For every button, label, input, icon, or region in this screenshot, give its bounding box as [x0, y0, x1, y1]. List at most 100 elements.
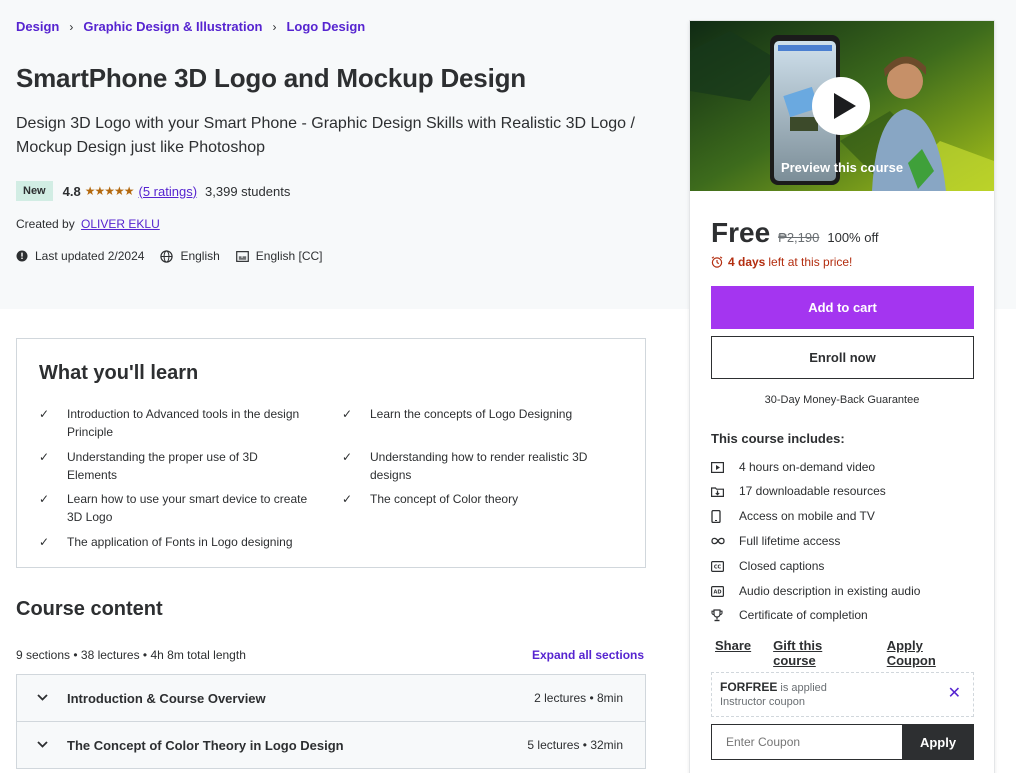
breadcrumb-design[interactable]: Design — [16, 19, 59, 34]
course-captions: English [CC] — [235, 249, 323, 263]
play-button[interactable] — [812, 77, 870, 135]
breadcrumb-logo-design[interactable]: Logo Design — [286, 19, 365, 34]
author-link[interactable]: OLIVER EKLU — [81, 217, 160, 231]
language-text: English — [180, 249, 220, 263]
learn-item: ✓ Introduction to Advanced tools in the d… — [39, 405, 309, 441]
new-badge: New — [16, 181, 53, 201]
include-text: Full lifetime access — [739, 534, 841, 548]
section-row[interactable]: Introduction & Course Overview 2 lecture… — [16, 674, 646, 722]
trophy-icon — [711, 608, 739, 622]
coupon-input[interactable] — [711, 724, 903, 760]
section-info: 2 lectures • 8min — [534, 691, 623, 705]
course-meta: Last updated 2/2024 English English [CC] — [16, 249, 339, 263]
course-language: English — [160, 249, 220, 263]
what-youll-learn: What you'll learn ✓ Introduction to Advan… — [16, 338, 646, 568]
learn-item: ✓ Learn how to use your smart device to c… — [39, 490, 309, 526]
include-text: 17 downloadable resources — [739, 484, 886, 498]
close-icon[interactable]: ✕ — [948, 683, 961, 703]
include-text: Audio description in existing audio — [739, 584, 921, 598]
students-count: 3,399 students — [205, 183, 291, 199]
include-item: Access on mobile and TV — [711, 509, 875, 523]
apply-coupon-link[interactable]: Apply Coupon — [887, 638, 972, 668]
coupon-code: FORFREE — [720, 680, 778, 694]
rating-value: 4.8 — [62, 183, 81, 199]
price-row: Free ₱2,190 100% off — [711, 217, 878, 249]
chevron-right-icon: › — [272, 19, 277, 34]
learn-item-text: Understanding how to render realistic 3D… — [370, 450, 588, 482]
include-item: Full lifetime access — [711, 534, 840, 548]
globe-icon — [160, 249, 174, 263]
section-info: 5 lectures • 32min — [527, 738, 623, 752]
learn-item-text: Learn how to use your smart device to cr… — [67, 492, 308, 524]
last-updated: Last updated 2/2024 — [16, 249, 144, 263]
course-title: SmartPhone 3D Logo and Mockup Design — [16, 63, 526, 93]
audio-description-icon: AD — [711, 585, 739, 597]
check-icon: ✓ — [39, 535, 50, 549]
alert-badge-icon — [16, 250, 28, 262]
include-item: 4 hours on-demand video — [711, 460, 875, 474]
timer-days: 4 days — [728, 255, 766, 269]
learn-item-text: Understanding the proper use of 3D Eleme… — [67, 450, 258, 482]
coupon-code-line: FORFREE is applied — [720, 680, 827, 694]
learn-item: ✓ Understanding the proper use of 3D Elem… — [39, 448, 309, 484]
created-by: Created by OLIVER EKLU — [16, 217, 160, 231]
include-item: AD Audio description in existing audio — [711, 584, 920, 598]
learn-item-text: Learn the concepts of Logo Designing — [370, 407, 573, 421]
play-icon — [834, 93, 856, 119]
video-icon — [711, 461, 739, 473]
svg-text:AD: AD — [713, 589, 721, 595]
enroll-now-button[interactable]: Enroll now — [711, 336, 974, 379]
check-icon: ✓ — [39, 492, 50, 506]
price-timer: 4 days left at this price! — [711, 255, 852, 269]
include-text: Certificate of completion — [739, 608, 868, 622]
section-title: The Concept of Color Theory in Logo Desi… — [67, 737, 344, 753]
add-to-cart-button[interactable]: Add to cart — [711, 286, 974, 329]
learn-item-text: The application of Fonts in Logo designi… — [67, 535, 293, 549]
include-text: 4 hours on-demand video — [739, 460, 876, 474]
expand-all-sections-button[interactable]: Expand all sections — [532, 648, 644, 662]
last-updated-text: Last updated 2/2024 — [35, 249, 145, 263]
coupon-type: Instructor coupon — [720, 696, 805, 708]
includes-title: This course includes: — [711, 431, 845, 446]
learn-item-text: The concept of Color theory — [370, 492, 519, 506]
chevron-down-icon — [17, 692, 67, 704]
section-title: Introduction & Course Overview — [67, 690, 266, 706]
include-item: 17 downloadable resources — [711, 484, 886, 498]
ratings-count-link[interactable]: (5 ratings) — [139, 184, 198, 199]
check-icon: ✓ — [342, 450, 353, 464]
learn-item: ✓ Learn the concepts of Logo Designing — [342, 405, 612, 423]
star-rating-icon: ★★★★★ — [84, 184, 135, 198]
section-row[interactable]: The Concept of Color Theory in Logo Desi… — [16, 721, 646, 769]
discount-percent: 100% off — [827, 230, 879, 245]
chevron-down-icon — [17, 739, 67, 751]
learn-item-text: Introduction to Advanced tools in the de… — [67, 407, 300, 439]
money-back-guarantee: 30-Day Money-Back Guarantee — [764, 394, 920, 406]
course-subtitle: Design 3D Logo with your Smart Phone - G… — [16, 115, 635, 156]
created-by-label: Created by — [16, 217, 75, 231]
include-text: Access on mobile and TV — [739, 509, 875, 523]
captions-text: English [CC] — [255, 249, 323, 263]
course-preview[interactable]: Preview this course — [690, 21, 994, 191]
svg-text:CC: CC — [714, 564, 722, 570]
gift-course-button[interactable]: Gift this course — [773, 638, 865, 668]
course-content-title: Course content — [16, 598, 163, 620]
timer-text: left at this price! — [768, 255, 853, 269]
check-icon: ✓ — [39, 450, 50, 464]
breadcrumb-graphic-design[interactable]: Graphic Design & Illustration — [83, 19, 262, 34]
infinity-icon — [711, 537, 739, 545]
include-item: Certificate of completion — [711, 608, 868, 622]
learn-item: ✓ The application of Fonts in Logo design… — [39, 533, 309, 551]
mobile-icon — [711, 509, 739, 523]
captions-icon: CC — [711, 560, 739, 572]
check-icon: ✓ — [342, 492, 353, 506]
include-text: Closed captions — [739, 559, 825, 573]
share-button[interactable]: Share — [715, 638, 751, 668]
check-icon: ✓ — [39, 407, 50, 421]
card-links: Share Gift this course Apply Coupon — [715, 638, 994, 668]
course-content-summary: 9 sections • 38 lectures • 4h 8m total l… — [16, 648, 246, 662]
chevron-right-icon: › — [69, 19, 74, 34]
alarm-clock-icon — [711, 256, 723, 268]
purchase-card: Preview this course Free ₱2,190 100% off… — [689, 20, 995, 773]
learn-title: What you'll learn — [39, 362, 199, 384]
apply-coupon-button[interactable]: Apply — [902, 724, 974, 760]
